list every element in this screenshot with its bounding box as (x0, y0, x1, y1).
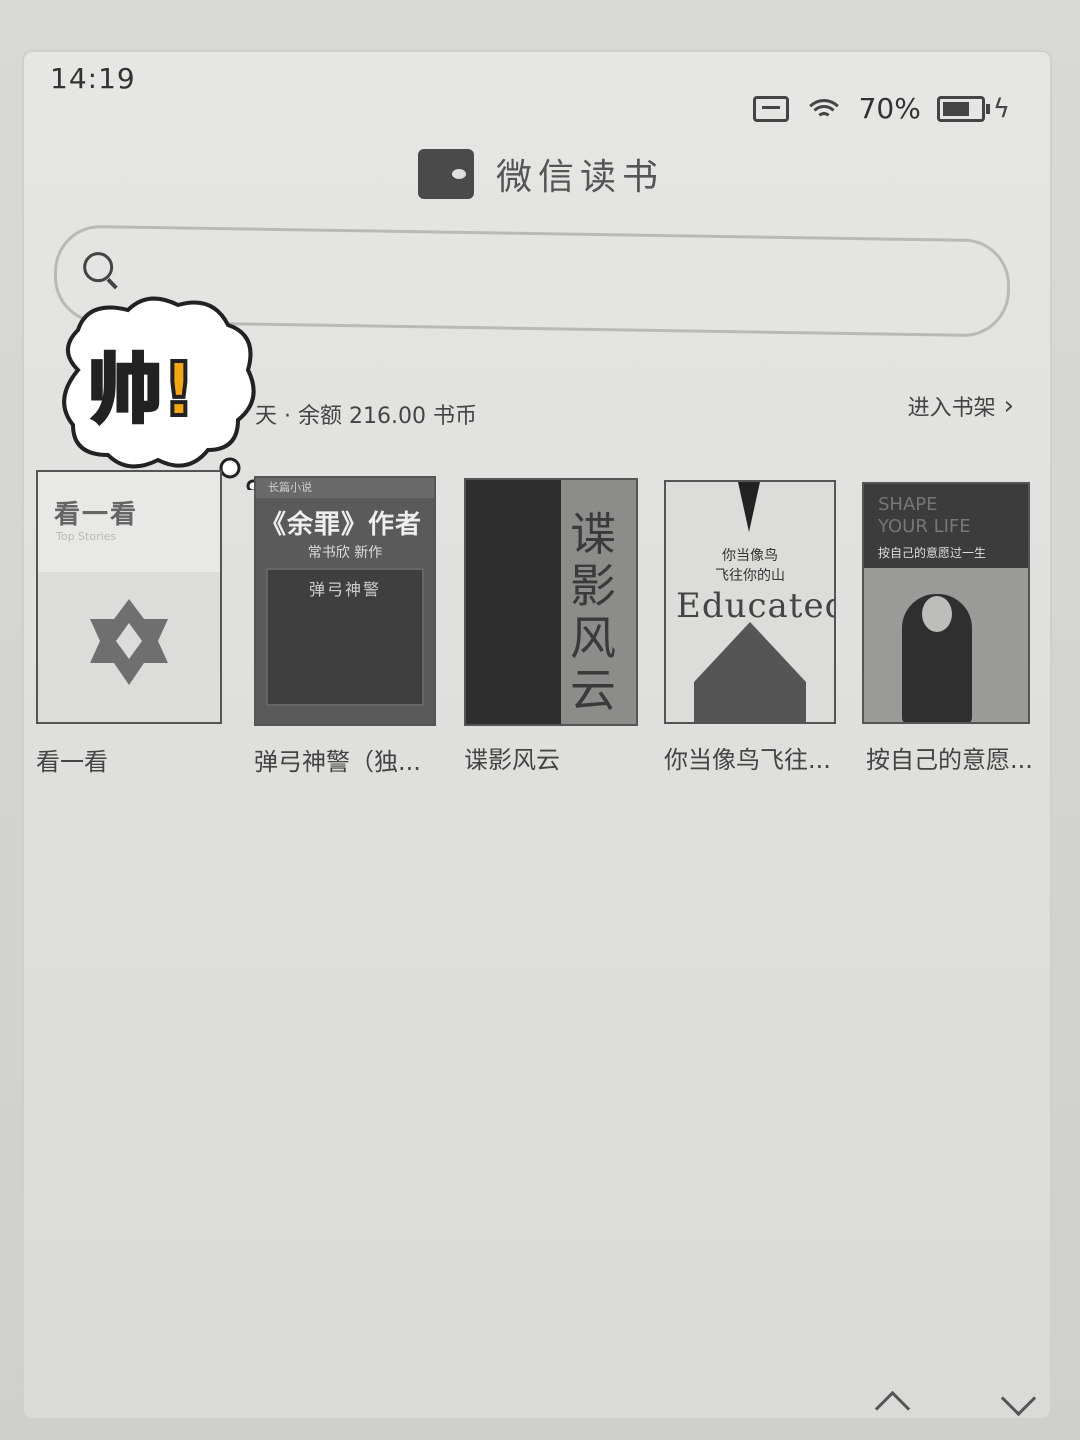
book-cover[interactable]: 长篇小说 《余罪》作者 常书欣 新作 弹弓神警 (254, 476, 436, 726)
kanyikan-star-icon (90, 599, 168, 685)
status-icons: 70% ϟ (752, 92, 1010, 125)
book-title: 谍影风云 (464, 746, 560, 774)
cover-en-title: SHAPE YOUR LIFE (878, 494, 971, 537)
book-shelf: 看一看 Top Stories 看一看 长篇小说 《余罪》作者 常书欣 新作 弹… (36, 470, 1036, 776)
book-title: 你当像鸟飞往... (664, 746, 831, 774)
cover-title: 谍影风云 (570, 507, 616, 717)
page-up-button[interactable] (874, 1386, 910, 1422)
page-down-button[interactable] (1000, 1386, 1036, 1422)
cover-author: 常书欣 新作 (307, 545, 383, 561)
account-summary: 天 · 余额 216.00 书币 (255, 404, 477, 429)
cover-en-title: Educated (676, 586, 836, 626)
app-logo-icon (418, 149, 474, 199)
book-cover[interactable]: 你当像鸟 飞往你的山 Educated (664, 480, 836, 724)
cover-subtitle: Top Stories (56, 530, 117, 543)
book-title: 看一看 (36, 748, 108, 776)
wifi-icon (804, 95, 843, 123)
cover-title: 按自己的意愿过一生 (878, 546, 987, 560)
cover-tag: 长篇小说 (256, 478, 434, 498)
battery-percent: 70% (858, 92, 921, 125)
status-time: 14:19 (50, 62, 136, 95)
battery-icon (936, 95, 990, 122)
book-cover[interactable]: SHAPE YOUR LIFE 按自己的意愿过一生 (862, 482, 1030, 724)
book-cover[interactable]: 谍影风云 (464, 478, 638, 726)
enter-bookshelf-label: 进入书架 (907, 396, 996, 421)
book-title: 弹弓神警（独... (254, 748, 421, 776)
app-title: 微信读书 (496, 157, 665, 198)
sticker-burst-icon: 帅! (62, 296, 260, 490)
cover-cn-title: 你当像鸟 飞往你的山 (715, 548, 785, 584)
book-cover[interactable]: 看一看 Top Stories (36, 470, 222, 724)
cover-title: 《余罪》作者 (260, 510, 423, 540)
charging-icon: ϟ (992, 93, 1010, 124)
app-header: 微信读书 (418, 148, 664, 200)
cover-inner-title: 弹弓神警 (308, 580, 381, 599)
cover-title: 看一看 (54, 500, 139, 530)
search-icon (82, 251, 114, 283)
pencil-illustration (694, 622, 806, 722)
sticker-text: 帅! (88, 347, 196, 433)
message-icon (752, 95, 789, 122)
book-title: 按自己的意愿... (866, 746, 1033, 774)
enter-bookshelf-link[interactable]: 进入书架 › (908, 390, 1014, 422)
chevron-right-icon: › (1003, 391, 1014, 421)
device-frame: 14:19 70% ϟ 微信读书 天 · 余额 216.00 书币 进入书架 ›… (0, 0, 1080, 1440)
